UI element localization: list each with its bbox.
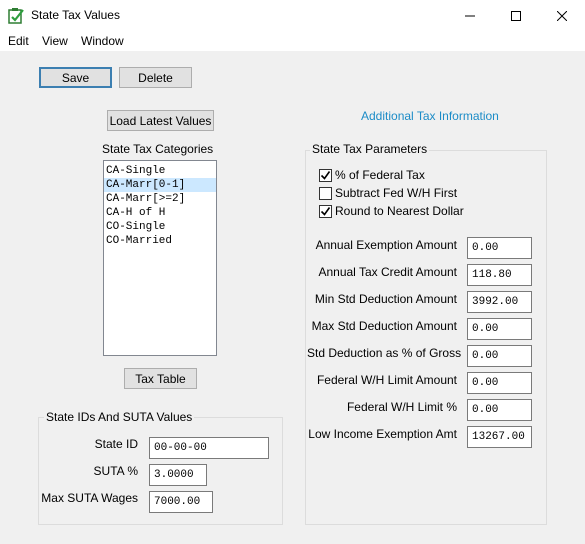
maximize-button[interactable] [493,0,539,31]
categories-label: State Tax Categories [102,142,214,156]
param-label: Annual Tax Credit Amount [318,265,457,279]
menu-view[interactable]: View [42,34,68,48]
param-label: Federal W/H Limit Amount [316,373,457,387]
checkmark-icon [320,171,331,180]
list-item[interactable]: CA-Single [104,164,216,178]
param-label: Low Income Exemption Amt [308,427,457,441]
load-latest-values-button[interactable]: Load Latest Values [107,110,214,131]
param-input[interactable]: 0.00 [467,399,532,421]
menu-edit[interactable]: Edit [8,34,29,48]
checkbox-1[interactable] [319,187,332,200]
state-id-label: State ID [94,437,138,451]
categories-listbox[interactable]: CA-Single CA-Marr[0-1] CA-Marr[>=2] CA-H of… [103,160,217,356]
param-input[interactable]: 0.00 [467,372,532,394]
checkbox-label: % of Federal Tax [335,168,425,182]
window-title: State Tax Values [31,8,120,22]
checkmark-icon [320,207,331,216]
param-label: Federal W/H Limit % [346,400,457,414]
param-input[interactable]: 0.00 [467,345,532,367]
menu-window[interactable]: Window [81,34,124,48]
param-input[interactable]: 13267.00 [467,426,532,448]
checkbox-label: Subtract Fed W/H First [335,186,458,200]
delete-button[interactable]: Delete [119,67,192,88]
list-item[interactable]: CO-Married [104,234,216,248]
checkbox-label: Round to Nearest Dollar [335,204,464,218]
param-label: Max Std Deduction Amount [311,319,457,333]
maximize-icon [511,10,521,21]
max-suta-wages-input[interactable]: 7000.00 [149,491,213,513]
param-label: Annual Exemption Amount [315,238,457,252]
close-icon [557,10,567,21]
list-item[interactable]: CA-H of H [104,206,216,220]
checkbox-2[interactable] [319,205,332,218]
minimize-icon [465,15,475,16]
suta-input[interactable]: 3.0000 [149,464,207,486]
tax-table-button[interactable]: Tax Table [124,368,197,389]
param-label: Min Std Deduction Amount [314,292,457,306]
list-item[interactable]: CA-Marr[>=2] [104,192,216,206]
list-item[interactable]: CO-Single [104,220,216,234]
state-tax-params-title: State Tax Parameters [310,142,430,156]
additional-tax-info-link[interactable]: Additional Tax Information [361,109,499,123]
param-input[interactable]: 0.00 [467,318,532,340]
checkbox-0[interactable] [319,169,332,182]
close-button[interactable] [539,0,585,31]
param-label: Std Deduction as % of Gross [307,346,462,360]
suta-label: SUTA % [93,464,138,478]
app-icon [8,7,25,24]
state-ids-group-title: State IDs And SUTA Values [44,410,195,424]
minimize-button[interactable] [447,0,493,31]
param-input[interactable]: 3992.00 [467,291,532,313]
max-suta-wages-label: Max SUTA Wages [41,491,138,505]
list-item[interactable]: CA-Marr[0-1] [104,178,216,192]
save-button[interactable]: Save [39,67,112,88]
param-input[interactable]: 118.80 [467,264,532,286]
param-input[interactable]: 0.00 [467,237,532,259]
state-id-input[interactable]: 00-00-00 [149,437,269,459]
